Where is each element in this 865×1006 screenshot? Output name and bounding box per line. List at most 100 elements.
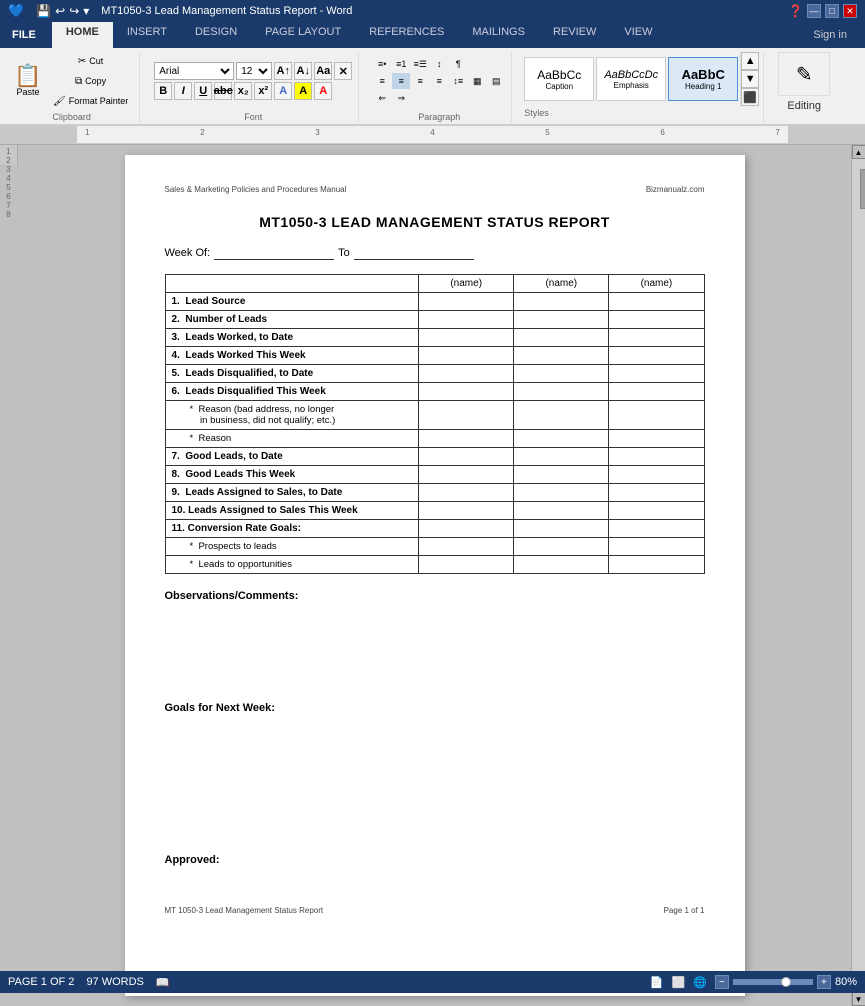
style-no-spacing[interactable]: AaBbCcDc Emphasis bbox=[596, 57, 666, 101]
doc-footer-left: MT 1050-3 Lead Management Status Report bbox=[165, 906, 324, 915]
minimize-btn[interactable]: — bbox=[807, 4, 821, 18]
styles-scroll-down[interactable]: ▼ bbox=[741, 70, 759, 88]
font-color-btn[interactable]: A bbox=[314, 82, 332, 100]
font-family-select[interactable]: Arial bbox=[154, 62, 234, 80]
goals-content[interactable] bbox=[165, 714, 705, 794]
week-of-value[interactable] bbox=[214, 246, 334, 260]
show-para-btn[interactable]: ¶ bbox=[449, 56, 467, 72]
zoom-thumb[interactable] bbox=[781, 977, 791, 987]
tab-review[interactable]: REVIEW bbox=[539, 22, 610, 48]
table-row: 3. Leads Worked, to Date bbox=[165, 329, 704, 347]
row-9-label: 9. Leads Assigned to Sales, to Date bbox=[165, 484, 419, 502]
row-1-col4[interactable] bbox=[609, 293, 704, 311]
observations-content[interactable] bbox=[165, 602, 705, 662]
cut-btn[interactable]: ✂ Cut bbox=[48, 52, 133, 70]
undo-quick-btn[interactable]: ↩ bbox=[55, 4, 65, 18]
row-1-col2[interactable] bbox=[419, 293, 514, 311]
save-quick-btn[interactable]: 💾 bbox=[36, 4, 51, 18]
line-spacing-btn[interactable]: ↕≡ bbox=[449, 73, 467, 89]
table-row: 6. Leads Disqualified This Week bbox=[165, 383, 704, 401]
paste-icon: 📋 bbox=[14, 65, 41, 87]
align-right-btn[interactable]: ≡ bbox=[411, 73, 429, 89]
tab-insert[interactable]: INSERT bbox=[113, 22, 181, 48]
row-2-col4[interactable] bbox=[609, 311, 704, 329]
scroll-thumb[interactable] bbox=[860, 169, 865, 209]
scroll-down-btn[interactable]: ▼ bbox=[852, 992, 865, 1006]
style-normal[interactable]: AaBbCc Caption bbox=[524, 57, 594, 101]
customize-quick-btn[interactable]: ▾ bbox=[83, 4, 89, 18]
row-6b-label: * Reason bbox=[165, 430, 419, 448]
clear-format-btn[interactable]: ✕ bbox=[334, 62, 352, 80]
highlight-btn[interactable]: A bbox=[294, 82, 312, 100]
editing-btn[interactable]: ✎ bbox=[778, 52, 830, 96]
format-painter-icon: 🖌 bbox=[53, 96, 66, 107]
multilevel-btn[interactable]: ≡☰ bbox=[411, 56, 429, 72]
tab-mailings[interactable]: MAILINGS bbox=[458, 22, 539, 48]
row-1-col3[interactable] bbox=[514, 293, 609, 311]
status-left: PAGE 1 OF 2 97 WORDS 📖 bbox=[8, 976, 170, 989]
maximize-btn[interactable]: □ bbox=[825, 4, 839, 18]
shrink-font-btn[interactable]: A↓ bbox=[294, 62, 312, 80]
styles-scroll-up[interactable]: ▲ bbox=[741, 52, 759, 70]
borders-btn[interactable]: ▤ bbox=[487, 73, 505, 89]
close-btn[interactable]: ✕ bbox=[843, 4, 857, 18]
table-row: 1. Lead Source bbox=[165, 293, 704, 311]
text-effects-btn[interactable]: A bbox=[274, 82, 292, 100]
align-center-btn[interactable]: ≡ bbox=[392, 73, 410, 89]
zoom-out-btn[interactable]: − bbox=[715, 975, 729, 989]
row-2-col3[interactable] bbox=[514, 311, 609, 329]
read-mode-icon[interactable]: 📄 bbox=[650, 976, 664, 989]
row-2-col2[interactable] bbox=[419, 311, 514, 329]
zoom-slider[interactable] bbox=[733, 979, 813, 985]
goals-label: Goals for Next Week: bbox=[165, 702, 275, 714]
sort-btn[interactable]: ↕ bbox=[430, 56, 448, 72]
strikethrough-btn[interactable]: abc bbox=[214, 82, 232, 100]
status-right: 📄 ⬜ 🌐 − + 80% bbox=[650, 975, 857, 989]
bold-btn[interactable]: B bbox=[154, 82, 172, 100]
app-icon: 💙 bbox=[8, 3, 24, 19]
zoom-level: 80% bbox=[835, 976, 857, 988]
zoom-in-btn[interactable]: + bbox=[817, 975, 831, 989]
report-table: (name) (name) (name) 1. Lead Source bbox=[165, 274, 705, 574]
help-btn[interactable]: ❓ bbox=[788, 4, 803, 18]
copy-btn[interactable]: ⧉ Copy bbox=[48, 72, 133, 90]
italic-btn[interactable]: I bbox=[174, 82, 192, 100]
print-layout-icon[interactable]: ⬜ bbox=[672, 976, 686, 989]
to-value[interactable] bbox=[354, 246, 474, 260]
sign-in-link[interactable]: Sign in bbox=[803, 29, 857, 41]
row-6a-label: * Reason (bad address, no longer in busi… bbox=[165, 401, 419, 430]
style-heading1[interactable]: AaBbC Heading 1 bbox=[668, 57, 738, 101]
redo-quick-btn[interactable]: ↪ bbox=[69, 4, 79, 18]
shading-btn[interactable]: ▦ bbox=[468, 73, 486, 89]
doc-title: MT1050-3 LEAD MANAGEMENT STATUS REPORT bbox=[165, 214, 705, 230]
tab-page-layout[interactable]: PAGE LAYOUT bbox=[251, 22, 355, 48]
subscript-btn[interactable]: x₂ bbox=[234, 82, 252, 100]
vertical-scrollbar[interactable]: ▲ ▼ bbox=[851, 145, 865, 1006]
justify-btn[interactable]: ≡ bbox=[430, 73, 448, 89]
tab-home[interactable]: HOME bbox=[52, 22, 113, 48]
decrease-indent-btn[interactable]: ⇐ bbox=[373, 90, 391, 106]
change-case-btn[interactable]: Aa bbox=[314, 62, 332, 80]
table-row: * Reason (bad address, no longer in busi… bbox=[165, 401, 704, 430]
tab-design[interactable]: DESIGN bbox=[181, 22, 251, 48]
styles-more[interactable]: ⬛ bbox=[741, 88, 759, 106]
numbering-btn[interactable]: ≡1 bbox=[392, 56, 410, 72]
format-painter-btn[interactable]: 🖌 Format Painter bbox=[48, 92, 133, 110]
row-1-label: 1. Lead Source bbox=[165, 293, 419, 311]
doc-footer: MT 1050-3 Lead Management Status Report … bbox=[165, 906, 705, 915]
scroll-up-btn[interactable]: ▲ bbox=[852, 145, 865, 159]
bullets-btn[interactable]: ≡• bbox=[373, 56, 391, 72]
editing-group: ✎ Editing bbox=[772, 52, 836, 122]
grow-font-btn[interactable]: A↑ bbox=[274, 62, 292, 80]
superscript-btn[interactable]: x² bbox=[254, 82, 272, 100]
web-layout-icon[interactable]: 🌐 bbox=[693, 976, 707, 989]
align-left-btn[interactable]: ≡ bbox=[373, 73, 391, 89]
tab-references[interactable]: REFERENCES bbox=[355, 22, 458, 48]
font-size-select[interactable]: 12 bbox=[236, 62, 272, 80]
paste-btn[interactable]: 📋 Paste bbox=[10, 59, 46, 103]
tab-view[interactable]: VIEW bbox=[610, 22, 666, 48]
underline-btn[interactable]: U bbox=[194, 82, 212, 100]
table-row: 5. Leads Disqualified, to Date bbox=[165, 365, 704, 383]
file-tab[interactable]: FILE bbox=[0, 22, 48, 48]
increase-indent-btn[interactable]: ⇒ bbox=[392, 90, 410, 106]
